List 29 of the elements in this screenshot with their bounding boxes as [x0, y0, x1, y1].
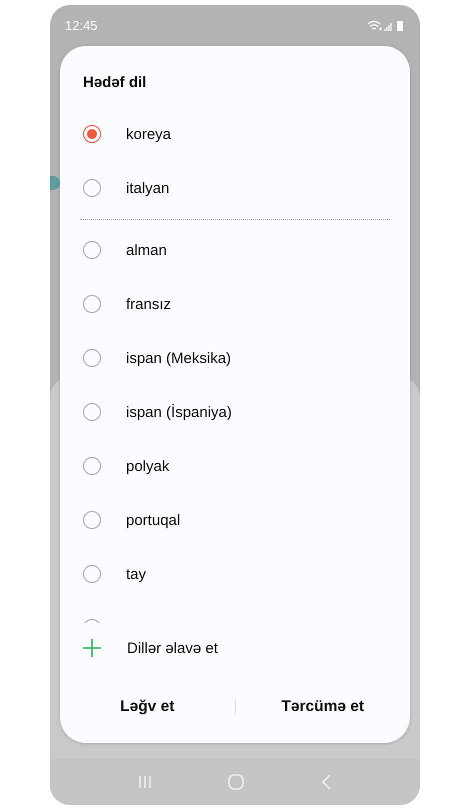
radio-button[interactable] [83, 565, 101, 583]
home-icon[interactable] [227, 773, 245, 791]
status-icons [366, 20, 406, 32]
language-option[interactable]: tay [60, 547, 410, 601]
language-option[interactable]: alman [60, 223, 410, 277]
radio-button[interactable] [83, 349, 101, 367]
back-icon[interactable] [319, 773, 333, 791]
dialog-title: Hədəf dil [83, 74, 148, 92]
radio-button[interactable] [83, 295, 101, 313]
radio-button[interactable] [83, 511, 101, 529]
plus-icon [82, 638, 102, 658]
language-option[interactable]: koreya [60, 107, 410, 161]
language-option[interactable]: polyak [60, 439, 410, 493]
language-option[interactable]: italyan [60, 161, 410, 215]
dialog-button[interactable]: Tərcümə et [236, 687, 410, 727]
add-languages-button[interactable]: Dillər əlavə et [60, 623, 410, 673]
radio-button[interactable] [83, 125, 101, 143]
language-option[interactable]: ispan (Meksika) [60, 331, 410, 385]
dialog-button[interactable]: Ləğv et [60, 687, 234, 727]
radio-button[interactable] [83, 179, 101, 197]
language-option[interactable]: portuqal [60, 493, 410, 547]
language-option[interactable]: fransız [60, 277, 410, 331]
recents-icon[interactable] [137, 774, 153, 790]
toggle-knob [50, 176, 60, 190]
radio-button[interactable] [83, 241, 101, 259]
language-option[interactable]: ispan (İspaniya) [60, 385, 410, 439]
status-time: 12:45 [65, 18, 98, 33]
radio-button[interactable] [83, 403, 101, 421]
radio-button[interactable] [83, 457, 101, 475]
